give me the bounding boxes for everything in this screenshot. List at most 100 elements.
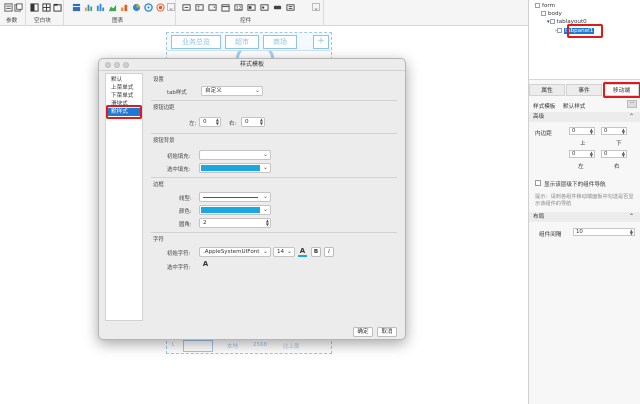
toolbar-label-widgets: 控件 [240, 18, 252, 24]
radar-chart-icon[interactable] [156, 3, 165, 12]
gap-stepper[interactable]: 10 ▲ ▼ [573, 228, 635, 236]
grid-icon[interactable] [42, 3, 51, 12]
line-type-select[interactable]: ⌄ [199, 192, 271, 202]
padding-label: 内边距 [535, 131, 552, 137]
mobile-tab-overview[interactable]: 业务总览 [171, 35, 221, 49]
selected-fill-swatch [201, 165, 260, 171]
template-settings: 设置 tab样式 自定义 ⌄ 按钮边距 左: 0 ▲ ▼ 右: 0 ▲ ▼ 按钮背景 初始… [149, 73, 401, 321]
template-item-default[interactable]: 默认 [107, 76, 141, 84]
tabpanel-highlight-box [567, 24, 603, 38]
chevron-down-icon: ⌄ [262, 193, 268, 200]
dialog-title: 样式模板 [99, 59, 405, 71]
stepper-arrows-icon[interactable]: ▲ ▼ [260, 118, 263, 126]
dropdown-widget-icon[interactable] [208, 3, 217, 12]
show-nav-checkbox[interactable] [535, 180, 541, 186]
mobile-tab-mall[interactable]: 商场 [263, 35, 297, 49]
mobile-tab-add-icon[interactable]: + [313, 35, 329, 49]
column-chart-icon[interactable] [96, 3, 105, 12]
section-font: 字符 [153, 237, 164, 243]
widgets-more-chevron-icon[interactable]: ⌄ [312, 3, 320, 12]
stepper-arrows-icon[interactable]: ▲ ▼ [590, 151, 593, 158]
initial-fill-picker[interactable]: ⌄ [199, 150, 271, 160]
style-template-dialog: 样式模板 默认 上菜单式 下菜单式 滑块式 默样式 设置 tab样式 自定义 ⌄ … [98, 58, 406, 340]
table-chart-icon[interactable] [72, 3, 81, 12]
chevron-down-icon: ⌄ [262, 151, 268, 158]
stack-chart-icon[interactable] [120, 3, 129, 12]
params-icon[interactable] [4, 3, 13, 12]
chart-more-chevron-icon[interactable]: ⌄ [167, 3, 175, 12]
tab-style-select[interactable]: 自定义 ⌄ [201, 86, 263, 96]
italic-button[interactable]: I [324, 247, 334, 257]
style-template-label: 样式模板 [533, 104, 556, 110]
stepper-arrows-icon[interactable]: ▲ ▼ [266, 219, 269, 227]
padding-left-stepper[interactable]: 0 ▲ ▼ [569, 150, 595, 158]
mobile-tab-supermarket[interactable]: 超市 [225, 35, 259, 49]
template-item-top-menu[interactable]: 上菜单式 [107, 84, 141, 92]
template-item-bottom-menu[interactable]: 下菜单式 [107, 92, 141, 100]
toolbar-section-widgets: T 12 ⌄ 控件 [176, 0, 324, 26]
tree-node-body[interactable]: body [541, 11, 562, 17]
initial-font-label: 初始字符: [167, 251, 191, 257]
pie-chart-icon[interactable] [132, 3, 141, 12]
stepper-arrows-icon[interactable]: ▲ ▼ [590, 128, 593, 135]
padding-bottom-label: 下 [616, 141, 622, 147]
tab-events[interactable]: 事件 [566, 84, 602, 96]
stepper-arrows-icon[interactable]: ▲ ▼ [622, 128, 625, 135]
radius-stepper[interactable]: 2 ▲ ▼ [199, 218, 271, 228]
divider [151, 133, 397, 134]
area-chart-icon[interactable] [108, 3, 117, 12]
section-button-margin: 按钮边距 [153, 105, 175, 111]
button-widget-icon[interactable] [273, 3, 282, 12]
padding-bottom-stepper[interactable]: 0 ▲ ▼ [601, 127, 627, 135]
font-size-select[interactable]: 14 ⌄ [273, 247, 295, 257]
padding-top-stepper[interactable]: 0 ▲ ▼ [569, 127, 595, 135]
tab-layout-icon[interactable] [53, 3, 62, 12]
number-widget-icon[interactable]: 12 [234, 3, 243, 12]
font-family-select[interactable]: .AppleSystemUIFont ⌄ [199, 247, 271, 257]
section-layout[interactable]: 布局 [529, 212, 640, 222]
margin-left-stepper[interactable]: 0 ▲ ▼ [199, 117, 221, 127]
divider [151, 232, 397, 233]
padding-right-label: 右 [614, 164, 620, 170]
gauge-chart-icon[interactable] [144, 3, 153, 12]
section-advanced[interactable]: 高级 [529, 112, 640, 122]
mobile-tab-highlight-box [603, 82, 640, 98]
style-template-value: 默认样式 [563, 104, 586, 110]
checkbox-widget-icon[interactable] [247, 3, 256, 12]
cancel-button[interactable]: 取消 [377, 327, 397, 337]
stepper-arrows-icon[interactable]: ▲ ▼ [216, 118, 219, 126]
tree-node-form[interactable]: form [535, 3, 555, 9]
border-color-picker[interactable]: ⌄ [199, 205, 271, 215]
advanced-collapse-icon[interactable]: ⌃ [629, 113, 634, 120]
layout-collapse-icon[interactable]: ⌃ [629, 213, 634, 220]
selected-font-color-button[interactable]: A [201, 260, 210, 270]
selected-fill-picker[interactable]: ⌄ [199, 163, 271, 173]
copy-icon[interactable] [14, 3, 23, 12]
stepper-arrows-icon[interactable]: ▲ ▼ [622, 151, 625, 158]
tab-properties[interactable]: 属性 [529, 84, 565, 96]
text-widget-icon[interactable] [182, 3, 191, 12]
font-color-button[interactable]: A [298, 247, 307, 257]
radio-widget-icon[interactable] [260, 3, 269, 12]
label-widget-icon[interactable]: T [195, 3, 204, 12]
margin-right-stepper[interactable]: 0 ▲ ▼ [241, 117, 265, 127]
show-nav-label[interactable]: 显示该层级下的组件导航 [544, 180, 606, 188]
chevron-down-icon: ⌄ [262, 248, 268, 255]
section-border: 边框 [153, 182, 164, 188]
divider [151, 100, 397, 101]
layout-icon[interactable] [30, 3, 39, 12]
bold-button[interactable]: B [311, 247, 321, 257]
toolbar-label-params: 参数 [6, 18, 18, 24]
date-widget-icon[interactable] [221, 3, 230, 12]
ok-button[interactable]: 确定 [353, 327, 373, 337]
stepper-arrows-icon[interactable]: ▲ ▼ [630, 229, 633, 236]
gap-label: 组件间隔 [539, 232, 562, 238]
nav-hint-text: 提示：请到各组件移动端面板中勾选是否显示该组件的导航 [535, 194, 634, 207]
border-color-swatch [201, 207, 260, 213]
padding-right-stepper[interactable]: 0 ▲ ▼ [601, 150, 627, 158]
style-template-more-button[interactable]: ··· [627, 100, 637, 108]
bar-chart-icon[interactable] [84, 3, 93, 12]
component-tree: form body ▾ tablayout0 › tabpanel1 [529, 0, 640, 80]
body-node-icon [541, 11, 546, 16]
tree-widget-icon[interactable] [286, 3, 295, 12]
